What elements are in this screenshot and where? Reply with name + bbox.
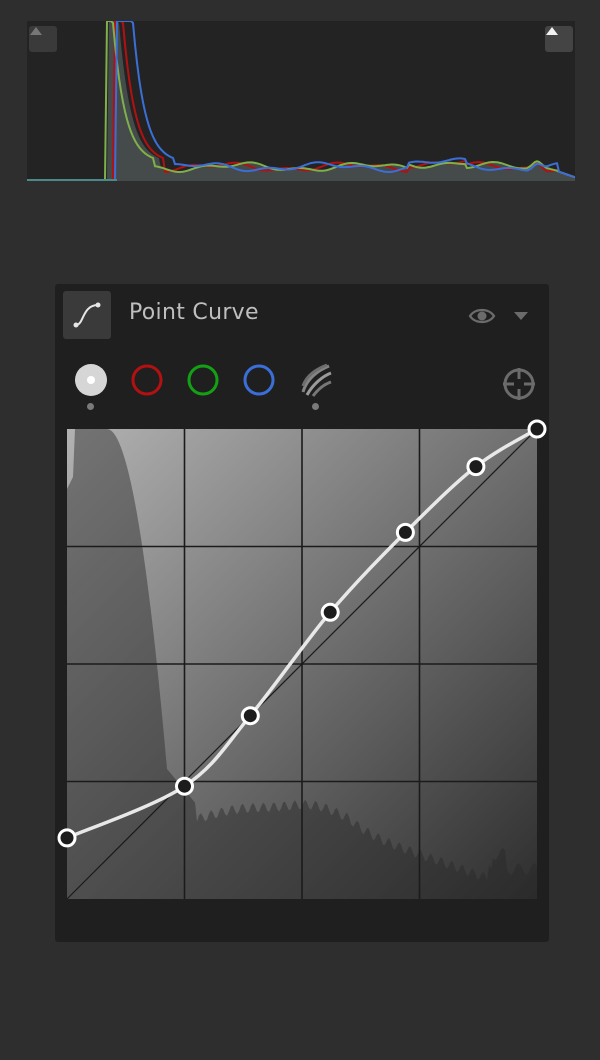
histogram-graph [27, 21, 575, 181]
histogram [27, 21, 575, 181]
channel-red-button[interactable] [129, 362, 165, 398]
curve-control-point[interactable] [57, 828, 77, 848]
curve-control-point[interactable] [395, 522, 415, 542]
channel-luminance-button[interactable] [297, 362, 333, 398]
luminance-indicator [312, 403, 319, 410]
highlight-clipping-button[interactable] [545, 26, 573, 52]
curve-control-point[interactable] [240, 706, 260, 726]
histogram-fill [27, 21, 575, 181]
curve-control-point[interactable] [175, 776, 194, 796]
chevron-down-icon[interactable] [513, 311, 529, 321]
eye-icon[interactable] [468, 302, 496, 330]
point-curve-panel: Point Curve [55, 284, 549, 942]
curve-graph[interactable] [57, 419, 547, 900]
point-curve-tool-button[interactable] [63, 291, 111, 339]
channel-blue-button[interactable] [241, 362, 277, 398]
target-adjustment-icon[interactable] [501, 366, 537, 402]
shadow-clipping-button[interactable] [29, 26, 57, 52]
triangle-up-icon [546, 27, 558, 35]
selected-indicator [87, 403, 94, 410]
channel-green-button[interactable] [185, 362, 221, 398]
curve-control-point[interactable] [527, 419, 547, 439]
panel-title: Point Curve [129, 300, 259, 325]
curve-editor[interactable] [57, 419, 547, 900]
channel-selector [55, 362, 549, 412]
point-curve-tool-icon [73, 302, 101, 328]
channel-rgb-button[interactable] [73, 362, 109, 398]
curve-control-point[interactable] [466, 457, 486, 477]
curve-control-point[interactable] [320, 602, 340, 622]
triangle-up-icon [30, 27, 42, 35]
